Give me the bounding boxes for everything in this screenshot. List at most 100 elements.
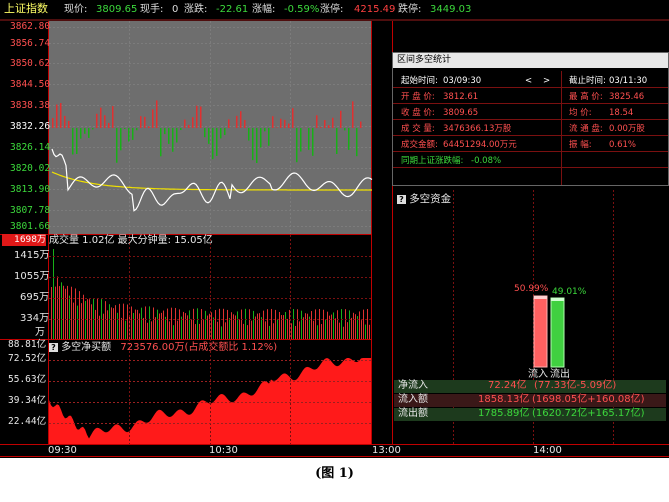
end-time-value[interactable]: 03/11:30 bbox=[609, 75, 647, 87]
price-down-bar bbox=[312, 128, 314, 156]
stat-label: 成交金额: bbox=[401, 140, 438, 150]
volume-bar bbox=[365, 324, 366, 339]
volume-bar bbox=[287, 318, 288, 339]
volume-bar bbox=[253, 310, 254, 339]
time-tick: 13:00 bbox=[372, 445, 401, 456]
volume-bar bbox=[53, 249, 54, 339]
price-down-bar bbox=[256, 128, 258, 164]
price-down-bar bbox=[180, 128, 182, 131]
price-up-bar bbox=[52, 118, 54, 128]
price-down-bar bbox=[220, 128, 222, 139]
start-time-value[interactable]: 03/09:30 bbox=[443, 75, 481, 87]
volume-bar bbox=[355, 314, 356, 339]
net-value: 723576.00万(占成交额比 1.12%) bbox=[120, 342, 278, 353]
volume-bar bbox=[257, 313, 258, 339]
volume-bar bbox=[199, 323, 200, 339]
volume-bar bbox=[301, 310, 302, 339]
volume-bar bbox=[63, 285, 64, 339]
price-down-bar bbox=[248, 128, 250, 141]
volume-bar bbox=[275, 309, 276, 339]
volume-bar bbox=[67, 285, 68, 339]
volume-bar bbox=[127, 304, 128, 339]
volume-bar bbox=[119, 303, 120, 339]
volume-bar bbox=[363, 309, 364, 339]
volume-bar bbox=[239, 319, 240, 339]
volume-bar bbox=[369, 324, 370, 339]
volume-bar bbox=[97, 298, 98, 339]
volume-bar bbox=[315, 309, 316, 339]
price-up-bar bbox=[108, 122, 110, 128]
price-up-bar bbox=[100, 107, 102, 128]
volume-badge: 1698万 bbox=[2, 234, 46, 246]
outflow-bar bbox=[550, 297, 565, 368]
volume-bar bbox=[151, 321, 152, 339]
volume-bar bbox=[173, 325, 174, 339]
volume-bar bbox=[305, 313, 306, 339]
fund-row-detail: (77.33亿-5.09亿) bbox=[534, 380, 617, 391]
price-tick: 3844.50 bbox=[10, 79, 51, 90]
price-up-bar bbox=[68, 120, 70, 128]
fund-row-detail: (1698.05亿+160.08亿) bbox=[532, 394, 645, 405]
stat-value: 0.00万股 bbox=[609, 124, 645, 134]
volume-bar bbox=[231, 312, 232, 339]
interval-stats-window[interactable]: 区间多空统计 起始时间: 03/09:30 < > 截止时间: 03/11:30… bbox=[392, 52, 669, 186]
volume-bar bbox=[243, 323, 244, 339]
volume-bar bbox=[303, 317, 304, 339]
volume-bar bbox=[159, 313, 160, 339]
time-tick: 10:30 bbox=[209, 445, 238, 456]
question-icon[interactable]: ? bbox=[49, 343, 58, 352]
interval-stats-title[interactable]: 区间多空统计 bbox=[393, 53, 668, 68]
volume-bar bbox=[225, 322, 226, 339]
volume-bar bbox=[141, 307, 142, 339]
volume-bar bbox=[211, 312, 212, 339]
volume-bar bbox=[307, 313, 308, 339]
volume-bar bbox=[241, 309, 242, 339]
volume-bar bbox=[247, 325, 248, 339]
volume-bar bbox=[137, 309, 138, 339]
price-down-bar bbox=[124, 128, 126, 130]
volume-bar bbox=[347, 322, 348, 339]
volume-bar bbox=[277, 318, 278, 339]
stat-value: 3476366.13万股 bbox=[443, 124, 512, 134]
volume-bar bbox=[109, 304, 110, 339]
price-up-bar bbox=[340, 110, 342, 128]
stat-label: 流 通 盘: bbox=[569, 124, 603, 134]
volume-bar bbox=[327, 311, 328, 339]
price-up-bar bbox=[284, 119, 286, 128]
volume-bar bbox=[281, 315, 282, 339]
inflow-bar bbox=[533, 295, 548, 368]
price-down-bar bbox=[84, 128, 86, 134]
price-up-bar bbox=[148, 126, 150, 128]
volume-bar bbox=[149, 306, 150, 339]
price-down-bar bbox=[160, 128, 162, 157]
stat-label: 开 盘 价: bbox=[401, 92, 435, 102]
price-tick: 3813.90 bbox=[10, 184, 51, 195]
price-tick: 3850.62 bbox=[10, 58, 51, 69]
volume-bar bbox=[261, 317, 262, 339]
volume-bar bbox=[235, 315, 236, 339]
net-tick: 72.52亿 bbox=[8, 353, 47, 364]
volume-bar bbox=[125, 320, 126, 339]
price-down-bar bbox=[204, 128, 206, 138]
volume-tick: 1415万 bbox=[14, 250, 50, 261]
prev-button[interactable]: < bbox=[525, 75, 532, 87]
price-down-bar bbox=[348, 128, 350, 150]
price-up-bar bbox=[276, 127, 278, 128]
volume-bar bbox=[195, 324, 196, 339]
volume-bar bbox=[171, 307, 172, 339]
price-up-bar bbox=[352, 101, 354, 128]
volume-bar bbox=[175, 307, 176, 339]
question-icon[interactable]: ? bbox=[397, 195, 406, 204]
volume-bar bbox=[57, 276, 58, 339]
next-button[interactable]: > bbox=[543, 75, 550, 87]
price-down-bar bbox=[176, 128, 178, 143]
price-down-bar bbox=[336, 128, 338, 154]
price-down-bar bbox=[88, 128, 90, 138]
volume-bar bbox=[227, 309, 228, 339]
price-up-bar bbox=[60, 103, 62, 128]
inflow-percent: 50.99% bbox=[514, 284, 549, 294]
price-down-bar bbox=[164, 128, 166, 135]
volume-bar bbox=[167, 308, 168, 339]
volume-bar bbox=[267, 309, 268, 339]
volume-bar bbox=[131, 306, 132, 339]
